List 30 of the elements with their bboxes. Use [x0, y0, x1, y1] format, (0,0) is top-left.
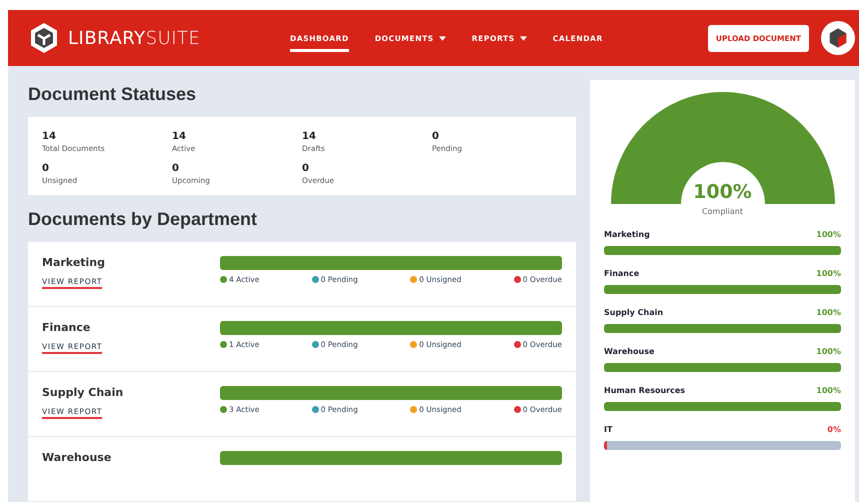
brand-name: LIBRARYSUITE	[68, 28, 200, 48]
department-name: Marketing	[42, 256, 106, 269]
section-title: Document Statuses	[28, 84, 198, 105]
cube-logo-icon	[28, 22, 60, 54]
section-title: Documents by Department	[28, 209, 258, 230]
department-name: Finance	[42, 321, 92, 334]
compliance-label: Compliant	[702, 207, 743, 216]
compliance-value: 100%	[816, 386, 841, 395]
stat-value: 0	[432, 131, 440, 142]
department-name: Supply Chain	[604, 308, 664, 317]
compliance-value: 100%	[816, 308, 841, 317]
department-name: Warehouse	[42, 451, 112, 464]
department-name: Finance	[604, 269, 640, 278]
stat-value: 0	[302, 163, 310, 174]
department-name: Warehouse	[604, 347, 654, 356]
compliance-value: 100%	[816, 230, 841, 239]
department-name: Supply Chain	[42, 386, 124, 399]
stat-value: 0	[42, 163, 50, 174]
stat-value: 14	[172, 131, 187, 142]
compliance-value: 100%	[816, 347, 841, 356]
stat-value: 0	[172, 163, 180, 174]
compliance-value: 100%	[816, 269, 841, 278]
department-name: Marketing	[604, 230, 650, 239]
stat-value: 14	[302, 131, 317, 142]
account-avatar[interactable]	[821, 21, 855, 55]
compliance-percent: 100%	[693, 180, 752, 204]
department-name: Human Resources	[604, 386, 686, 395]
department-name: IT	[604, 425, 612, 434]
stat-value: 14	[42, 131, 57, 142]
compliance-value: 0%	[827, 425, 841, 434]
